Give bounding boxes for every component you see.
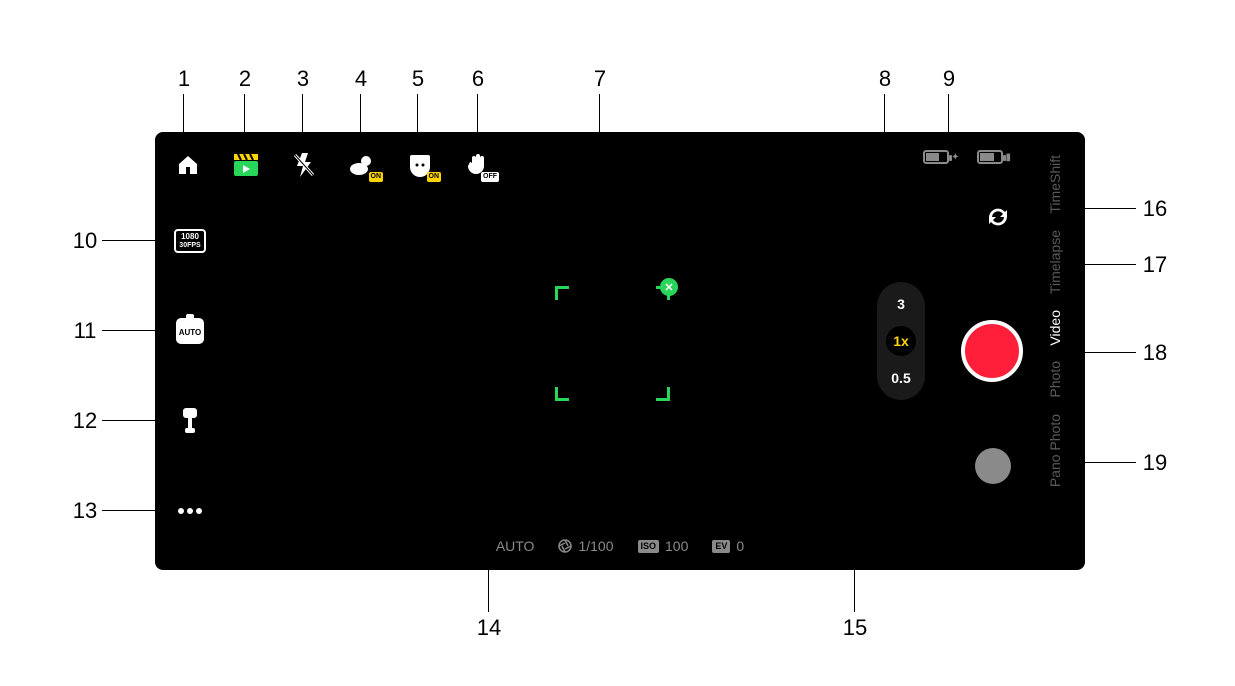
auto-indicator[interactable]: AUTO <box>496 538 535 554</box>
mode-video[interactable]: Video <box>1047 306 1063 350</box>
auto-text: AUTO <box>496 538 535 554</box>
battery-icon <box>923 150 949 164</box>
callout-2: 2 <box>230 66 260 92</box>
aperture-icon <box>558 539 572 553</box>
gimbal-icon <box>177 406 203 436</box>
ev-value: 0 <box>736 538 744 554</box>
mode-selector[interactable]: TimeShift Timelapse Video Photo Pano Pho… <box>1031 132 1079 570</box>
close-icon: ✕ <box>664 281 673 294</box>
callout-10: 10 <box>70 228 100 254</box>
iso-label: ISO <box>638 540 660 553</box>
callout-3: 3 <box>288 66 318 92</box>
home-icon <box>176 153 200 177</box>
camera-viewfinder: ON ON OFF ✦ ▮ <box>155 132 1085 570</box>
zoom-option-1x[interactable]: 1x <box>886 326 916 356</box>
gesture-toggle[interactable]: OFF <box>463 150 493 180</box>
flash-toggle[interactable] <box>289 150 319 180</box>
callout-6: 6 <box>463 66 493 92</box>
focus-close-button[interactable]: ✕ <box>660 278 678 296</box>
callout-4: 4 <box>346 66 376 92</box>
left-toolbar: 1080 30FPS AUTO <box>173 224 207 528</box>
callout-18: 18 <box>1140 340 1170 366</box>
callout-12: 12 <box>70 408 100 434</box>
mode-pano-photo[interactable]: Pano Photo <box>1047 410 1063 491</box>
shutter-value: 1/100 <box>578 538 613 554</box>
beauty-toggle[interactable]: ON <box>405 150 435 180</box>
battery-indicators: ✦ ▮ <box>923 150 1011 164</box>
switch-camera-button[interactable] <box>981 200 1015 234</box>
exposure-info-bar: AUTO 1/100 ISO 100 EV 0 <box>155 538 1085 554</box>
auto-label: AUTO <box>179 328 202 337</box>
callout-17: 17 <box>1140 252 1170 278</box>
focus-indicator[interactable]: ✕ <box>555 286 670 401</box>
gimbal-battery-sub: ✦ <box>951 152 959 163</box>
callout-7: 7 <box>585 66 615 92</box>
gesture-badge: OFF <box>481 172 499 182</box>
callout-5: 5 <box>403 66 433 92</box>
callout-1: 1 <box>169 66 199 92</box>
shutter-button[interactable] <box>961 320 1023 382</box>
zoom-option-3[interactable]: 3 <box>897 296 905 312</box>
resolution-line1: 1080 <box>179 232 200 241</box>
ev-label: EV <box>712 540 730 553</box>
callout-13: 13 <box>70 498 100 524</box>
gimbal-battery: ✦ <box>923 150 959 164</box>
mode-timeshift[interactable]: TimeShift <box>1047 151 1063 218</box>
zoom-selector[interactable]: 3 1x 0.5 <box>877 282 925 400</box>
battery-icon <box>977 150 1003 164</box>
resolution-line2: 30FPS <box>179 241 200 250</box>
gimbal-mode-button[interactable] <box>173 404 207 438</box>
callout-15: 15 <box>840 615 870 641</box>
mode-timelapse[interactable]: Timelapse <box>1047 226 1063 298</box>
iso-indicator[interactable]: ISO 100 <box>638 538 689 554</box>
phone-battery-sub: ▮ <box>1005 152 1011 163</box>
callout-14: 14 <box>474 615 504 641</box>
switch-camera-icon <box>983 202 1013 232</box>
ev-indicator[interactable]: EV 0 <box>712 538 744 554</box>
auto-mode-button[interactable]: AUTO <box>173 314 207 348</box>
gallery-thumbnail[interactable] <box>975 448 1011 484</box>
home-button[interactable] <box>173 150 203 180</box>
hdr-toggle[interactable]: ON <box>347 150 377 180</box>
shot-guides-button[interactable] <box>231 150 261 180</box>
shutter-speed[interactable]: 1/100 <box>558 538 613 554</box>
callout-8: 8 <box>870 66 900 92</box>
iso-value: 100 <box>665 538 688 554</box>
zoom-option-0_5[interactable]: 0.5 <box>891 370 910 386</box>
more-button[interactable] <box>173 494 207 528</box>
more-icon <box>177 507 203 515</box>
callout-9: 9 <box>934 66 964 92</box>
diagram-stage: 1 2 3 4 5 6 7 8 9 10 11 12 13 14 15 16 1… <box>0 0 1235 686</box>
beauty-badge: ON <box>427 172 442 182</box>
clapper-icon <box>233 153 259 177</box>
callout-19: 19 <box>1140 450 1170 476</box>
mode-photo[interactable]: Photo <box>1047 357 1063 402</box>
callout-16: 16 <box>1140 196 1170 222</box>
flash-off-icon <box>293 152 315 178</box>
hdr-badge: ON <box>369 172 384 182</box>
top-toolbar: ON ON OFF <box>173 150 493 180</box>
resolution-button[interactable]: 1080 30FPS <box>173 224 207 258</box>
callout-11: 11 <box>70 318 100 344</box>
phone-battery: ▮ <box>977 150 1011 164</box>
